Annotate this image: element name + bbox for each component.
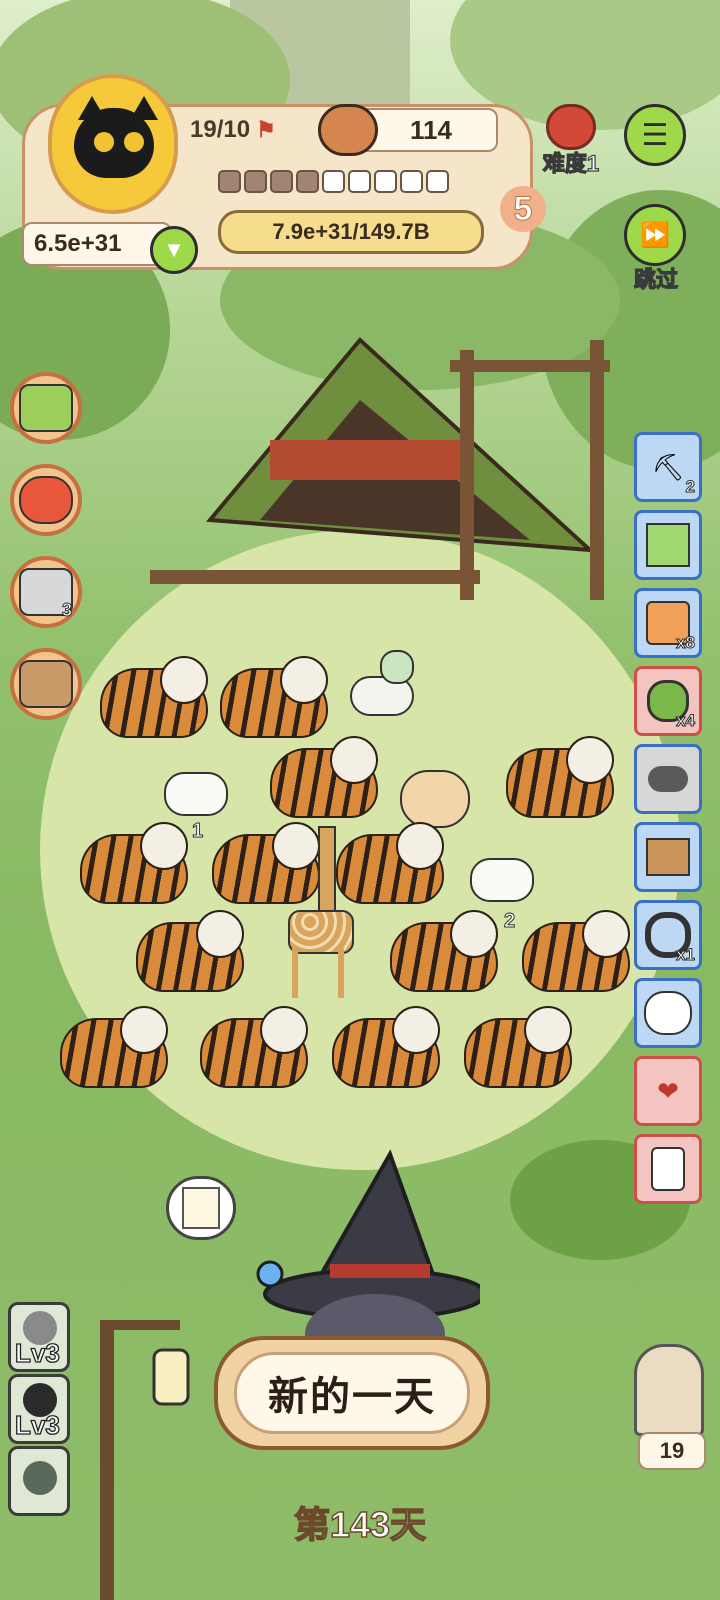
power-value: 6.5e+31 <box>22 222 172 266</box>
medkit-icon <box>19 384 73 432</box>
food-count-text: 114 <box>410 114 452 145</box>
horn-icon <box>648 766 688 792</box>
item-medal[interactable]: x4 <box>634 666 702 736</box>
top-hud: 19/10 ⚑ 114 5 7.9e+31/149.7B 6.5e+31 ▼ <box>22 74 546 284</box>
owl-icon[interactable] <box>634 1344 704 1436</box>
giraffe[interactable] <box>280 826 360 1006</box>
fish-icon <box>19 476 73 524</box>
tiger[interactable] <box>70 816 198 916</box>
new-day-label: 新的一天 <box>234 1352 470 1434</box>
flag-icon: ⚑ <box>256 117 276 142</box>
list-menu-icon: ☰ <box>641 118 669 152</box>
sheep-icon <box>644 991 692 1035</box>
level-card-2-label: Lv3 <box>14 1409 60 1440</box>
skip-button[interactable]: ⏩ <box>624 204 686 266</box>
chevron-down-icon: ▼ <box>163 237 185 262</box>
item-horn[interactable] <box>634 744 702 814</box>
white-deer[interactable] <box>340 646 420 736</box>
tiger[interactable] <box>50 1000 178 1100</box>
certificate-bubble[interactable] <box>166 1176 236 1240</box>
sheep-right-timer-badge: 2 <box>503 910 516 933</box>
item-shovel[interactable]: ⛏ 2 <box>634 432 702 502</box>
box-button[interactable] <box>10 648 82 720</box>
menu-button[interactable]: ☰ <box>624 104 686 166</box>
tiger[interactable] <box>126 904 254 1004</box>
medkit-button[interactable] <box>10 372 82 444</box>
item-ticket[interactable] <box>634 510 702 580</box>
item-count: x4 <box>676 711 696 731</box>
level-card-1-label: Lv3 <box>14 1337 60 1368</box>
item-count: x8 <box>676 633 696 653</box>
level-number: 5 <box>500 186 546 232</box>
item-count: x1 <box>676 945 696 965</box>
tiger[interactable] <box>380 904 508 1004</box>
tiles-counter: 19/10 ⚑ <box>190 110 310 150</box>
shovel-icon: ⛏ <box>651 451 685 482</box>
fast-forward-icon: ⏩ <box>640 221 670 249</box>
tiles-count-text: 19/10 <box>190 116 251 143</box>
level-card-2[interactable]: Lv3 <box>8 1374 70 1444</box>
item-treasure-chest[interactable] <box>634 822 702 892</box>
heart-bag-icon: ❤ <box>657 1075 679 1106</box>
ticket-icon <box>646 523 690 567</box>
item-ring[interactable]: x1 <box>634 900 702 970</box>
player-avatar[interactable] <box>48 74 178 214</box>
collapse-hud-button[interactable]: ▼ <box>150 226 198 274</box>
hut <box>150 337 610 600</box>
level-card-3[interactable] <box>8 1446 70 1516</box>
treasure-chest-icon <box>646 838 690 876</box>
scroll-timer-button[interactable]: 3 <box>10 556 82 628</box>
item-jar[interactable] <box>634 1134 702 1204</box>
new-day-button[interactable]: 新的一天 <box>214 1336 490 1450</box>
item-count: 2 <box>685 477 696 497</box>
game-scene: 19/10 ⚑ 114 5 7.9e+31/149.7B 6.5e+31 ▼ 难… <box>0 0 720 1600</box>
lamp-post <box>100 1320 190 1600</box>
cardboard-box-icon <box>19 660 73 708</box>
tiger[interactable] <box>260 730 388 830</box>
level-card-1[interactable]: Lv3 <box>8 1302 70 1372</box>
tiger[interactable] <box>90 650 218 750</box>
frog-cat-icon <box>23 1461 57 1495</box>
skip-label: 跳过 <box>633 266 678 292</box>
owl-count: 19 <box>638 1432 706 1470</box>
certificate-icon <box>182 1187 220 1229</box>
tiger[interactable] <box>322 1000 450 1100</box>
progress-text: 7.9e+31/149.7B <box>218 210 484 254</box>
scroll-timer-badge: 3 <box>61 600 73 621</box>
level-segments <box>218 170 452 198</box>
tiger[interactable] <box>190 1000 318 1100</box>
item-refresh-ticket[interactable]: x8 <box>634 588 702 658</box>
tiger[interactable] <box>496 730 624 830</box>
item-heart-bag[interactable]: ❤ <box>634 1056 702 1126</box>
tiger[interactable] <box>454 1000 582 1100</box>
food-bowl-icon <box>318 104 378 156</box>
day-counter: 第143天 <box>293 1503 427 1546</box>
fish-button[interactable] <box>10 464 82 536</box>
item-sheep[interactable] <box>634 978 702 1048</box>
difficulty-label: 难度1 <box>542 150 600 176</box>
wizard-cat-character <box>256 1149 480 1344</box>
jar-icon <box>651 1147 685 1191</box>
difficulty-icon[interactable] <box>546 104 596 150</box>
tiger[interactable] <box>512 904 640 1004</box>
